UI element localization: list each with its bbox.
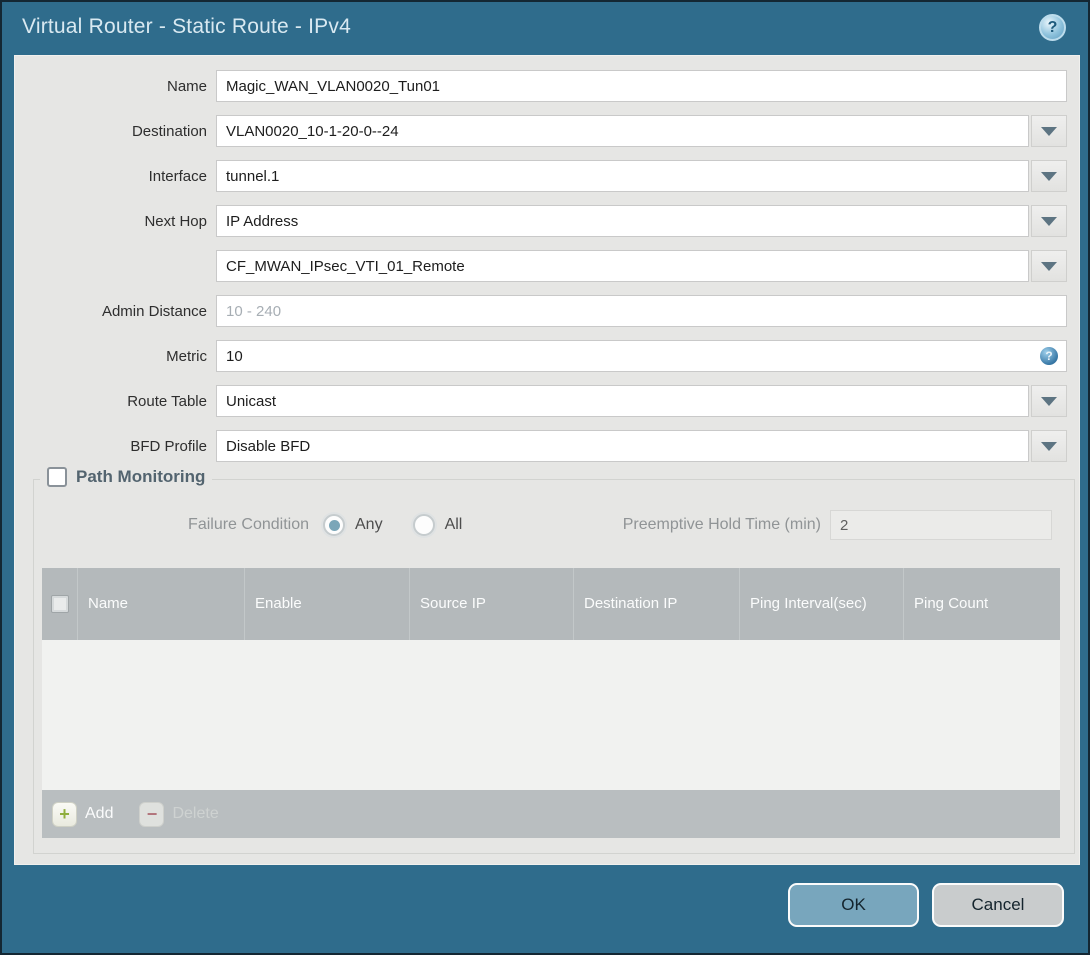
bfd-profile-dropdown-button[interactable] (1031, 430, 1067, 462)
table-toolbar: + Add − Delete (42, 790, 1060, 838)
destination-dropdown-button[interactable] (1031, 115, 1067, 147)
name-label: Name (166, 77, 207, 95)
next-hop-address-input[interactable] (216, 250, 1029, 282)
next-hop-row: Next Hop (15, 205, 1067, 237)
select-all-cell (42, 568, 78, 640)
add-plus-icon: + (52, 801, 77, 827)
dialog-content: Name Destination Interface (14, 55, 1080, 865)
interface-label: Interface (148, 167, 207, 185)
column-header-destination-ip: Destination IP (574, 568, 740, 640)
table-body-empty (42, 640, 1060, 790)
interface-dropdown-button[interactable] (1031, 160, 1067, 192)
preemptive-hold-time-label: Preemptive Hold Time (min) (622, 516, 821, 533)
route-table-label: Route Table (127, 392, 207, 410)
chevron-down-icon (1041, 171, 1057, 181)
metric-label: Metric (166, 347, 207, 365)
column-header-source-ip: Source IP (410, 568, 574, 640)
select-all-checkbox[interactable] (50, 595, 69, 613)
add-button-label: Add (85, 805, 114, 822)
route-table-input[interactable] (216, 385, 1029, 417)
failure-condition-any-label: Any (355, 516, 383, 533)
column-header-name: Name (78, 568, 245, 640)
destination-input[interactable] (216, 115, 1029, 147)
metric-help-icon[interactable]: ? (1040, 347, 1058, 365)
preemptive-hold-time-input[interactable] (830, 510, 1052, 540)
admin-distance-label: Admin Distance (101, 302, 207, 320)
chevron-down-icon (1041, 216, 1057, 226)
path-monitoring-legend: Path Monitoring (40, 467, 213, 487)
route-table-row: Route Table (15, 385, 1067, 417)
chevron-down-icon (1041, 126, 1057, 136)
failure-condition-any-radio[interactable] (323, 514, 345, 536)
name-row: Name (15, 70, 1067, 102)
next-hop-address-dropdown-button[interactable] (1031, 250, 1067, 282)
column-header-ping-count: Ping Count (914, 594, 989, 612)
failure-condition-label: Failure Condition (188, 516, 309, 533)
bfd-profile-label: BFD Profile (130, 437, 207, 455)
next-hop-type-input[interactable] (216, 205, 1029, 237)
chevron-down-icon (1041, 441, 1057, 451)
path-monitoring-table: Name Enable Source IP Destination IP Pin… (42, 568, 1060, 838)
delete-button: − Delete (139, 801, 219, 827)
admin-distance-row: Admin Distance (15, 295, 1067, 327)
static-route-dialog: Virtual Router - Static Route - IPv4 ? N… (0, 0, 1090, 955)
route-table-dropdown-button[interactable] (1031, 385, 1067, 417)
name-input[interactable] (216, 70, 1067, 102)
interface-row: Interface (15, 160, 1067, 192)
dialog-title: Virtual Router - Static Route - IPv4 (22, 15, 351, 38)
table-header-row: Name Enable Source IP Destination IP Pin… (42, 568, 1060, 640)
chevron-down-icon (1041, 261, 1057, 271)
chevron-down-icon (1041, 396, 1057, 406)
ok-button[interactable]: OK (788, 883, 919, 927)
column-header-enable: Enable (245, 568, 410, 640)
metric-row: Metric ? (15, 340, 1067, 372)
delete-button-label: Delete (172, 805, 219, 822)
failure-condition-row: Failure Condition Any All Preemptive Hol… (34, 508, 1074, 542)
path-monitoring-label: Path Monitoring (76, 467, 206, 486)
failure-condition-all-radio[interactable] (412, 514, 435, 536)
next-hop-address-row (15, 250, 1067, 282)
admin-distance-input[interactable] (216, 295, 1067, 327)
failure-condition-all-label: All (444, 516, 463, 533)
cancel-button[interactable]: Cancel (932, 883, 1064, 927)
destination-row: Destination (15, 115, 1067, 147)
next-hop-label: Next Hop (144, 212, 207, 230)
path-monitoring-section: Path Monitoring Failure Condition Any Al… (33, 467, 1075, 854)
help-icon[interactable]: ? (1039, 14, 1066, 41)
column-header-ping-interval: Ping Interval(sec) (740, 568, 904, 640)
metric-input[interactable] (216, 340, 1067, 372)
add-button[interactable]: + Add (52, 801, 114, 827)
delete-minus-icon: − (139, 801, 165, 827)
bfd-profile-input[interactable] (216, 430, 1029, 462)
path-monitoring-checkbox[interactable] (47, 467, 67, 487)
interface-input[interactable] (216, 160, 1029, 192)
next-hop-type-dropdown-button[interactable] (1031, 205, 1067, 237)
destination-label: Destination (131, 122, 207, 140)
bfd-profile-row: BFD Profile (15, 430, 1067, 462)
